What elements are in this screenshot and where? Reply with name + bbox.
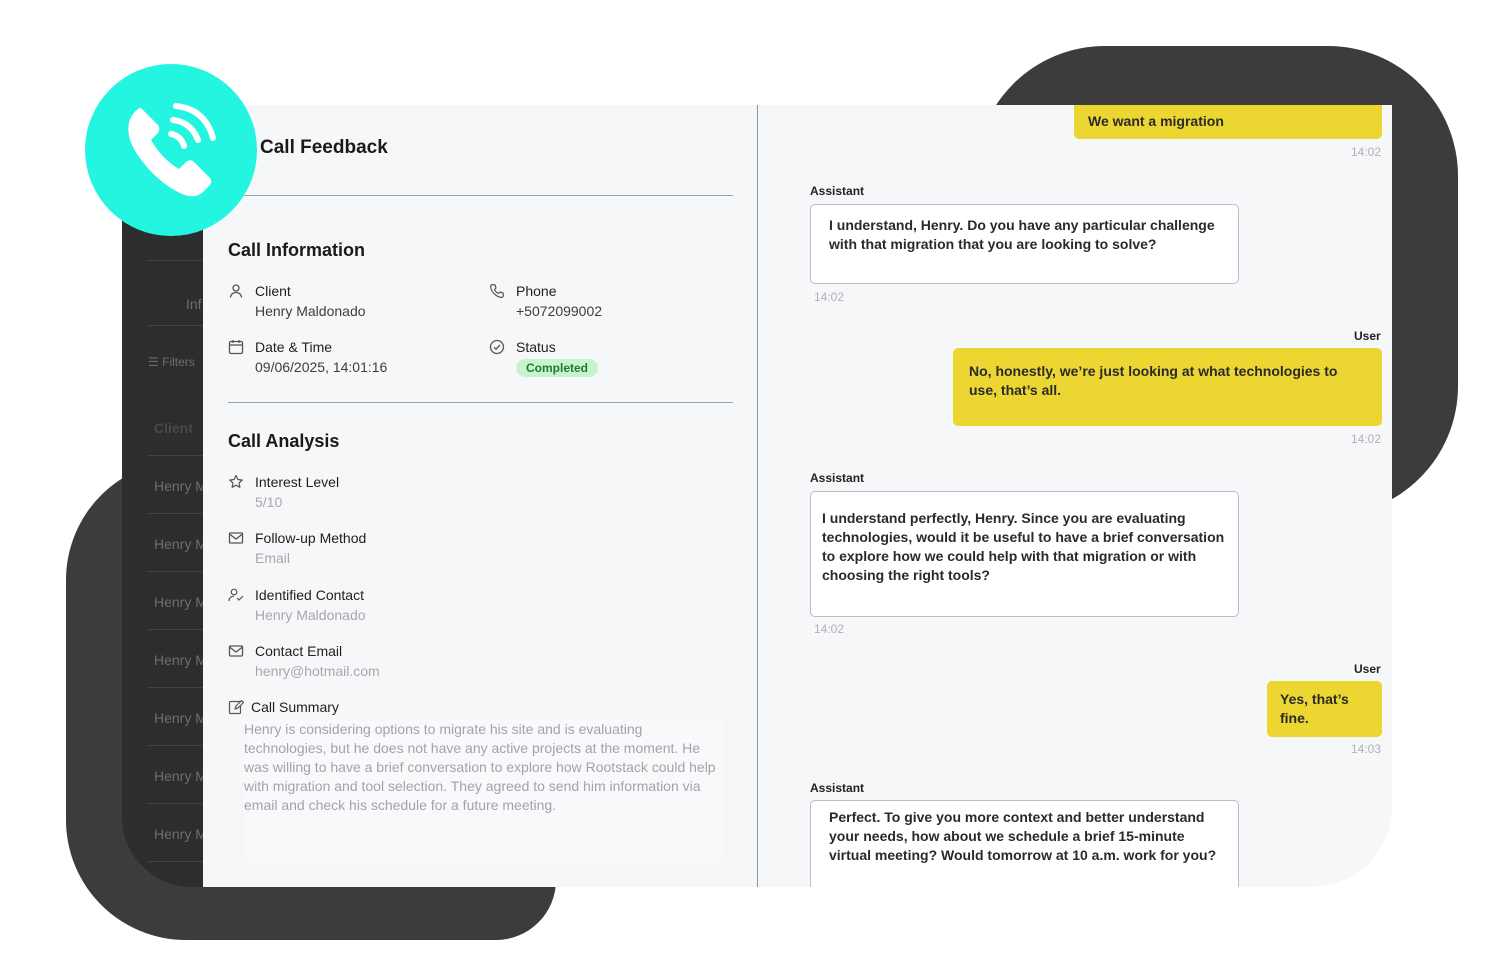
- user-message-bubble: Yes, that’s fine.: [1267, 681, 1382, 737]
- phone-label: Phone: [516, 283, 557, 299]
- assistant-message-bubble: I understand perfectly, Henry. Since you…: [810, 491, 1239, 617]
- filter-icon: ☰: [148, 355, 159, 369]
- assistant-role-label: Assistant: [810, 781, 865, 795]
- followup-method-label: Follow-up Method: [255, 530, 367, 546]
- call-feedback-panel: Call Feedback Call Information Client He…: [203, 105, 1392, 887]
- table-row[interactable]: Henry M: [154, 710, 207, 726]
- call-summary-label: Call Summary: [251, 699, 339, 715]
- phone-call-icon: [128, 103, 216, 197]
- message-time: 14:02: [814, 290, 845, 304]
- user-message-bubble: We want a migration: [1074, 105, 1382, 139]
- contact-email-value: henry@hotmail.com: [255, 663, 380, 679]
- table-row[interactable]: Henry M: [154, 536, 207, 552]
- envelope-icon: [228, 645, 244, 657]
- phone-value: +5072099002: [516, 303, 603, 319]
- user-icon: [229, 284, 243, 298]
- check-circle-icon: [489, 339, 505, 355]
- panel-divider: [757, 105, 758, 887]
- table-row[interactable]: Henry M: [154, 826, 207, 842]
- assistant-role-label: Assistant: [810, 184, 865, 198]
- phone-icon: [489, 283, 505, 299]
- phone-call-badge: [85, 64, 257, 236]
- followup-method-value: Email: [255, 550, 291, 566]
- filters-label: Filters: [162, 355, 195, 369]
- call-summary-text: Henry is considering options to migrate …: [244, 721, 716, 813]
- calendar-icon: [228, 340, 244, 355]
- identified-contact-value: Henry Maldonado: [255, 607, 366, 623]
- user-check-icon: [228, 588, 244, 602]
- table-row[interactable]: Henry M: [154, 478, 207, 494]
- message-time: 14:02: [1351, 432, 1382, 446]
- mail-icon: [228, 532, 244, 544]
- interest-level-value: 5/10: [255, 494, 283, 510]
- divider: [228, 195, 733, 196]
- page-title: Call Feedback: [260, 137, 388, 158]
- datetime-value: 09/06/2025, 14:01:16: [255, 359, 388, 375]
- datetime-label: Date & Time: [255, 339, 333, 355]
- table-row[interactable]: Henry M: [154, 768, 207, 784]
- assistant-message-bubble: I understand, Henry. Do you have any par…: [810, 204, 1239, 284]
- message-time: 14:03: [1351, 742, 1382, 756]
- edit-note-icon: [228, 699, 244, 715]
- message-time: 14:02: [814, 622, 845, 636]
- client-label: Client: [255, 283, 291, 299]
- status-label: Status: [516, 339, 556, 355]
- tab-fragment[interactable]: Inf: [186, 296, 202, 312]
- divider: [228, 402, 733, 403]
- user-role-label: User: [1354, 329, 1381, 343]
- interest-level-label: Interest Level: [255, 474, 340, 490]
- table-row[interactable]: Henry M: [154, 594, 207, 610]
- identified-contact-label: Identified Contact: [255, 587, 364, 603]
- status-badge: Completed: [516, 359, 599, 377]
- star-icon: [229, 474, 243, 488]
- filters-button[interactable]: ☰ Filters: [148, 355, 195, 369]
- user-role-label: User: [1354, 662, 1381, 676]
- call-analysis-heading: Call Analysis: [228, 431, 340, 451]
- assistant-message-bubble: Perfect. To give you more context and be…: [810, 800, 1239, 887]
- call-information-heading: Call Information: [228, 240, 366, 260]
- table-row[interactable]: Henry M: [154, 652, 207, 668]
- contact-email-label: Contact Email: [255, 643, 343, 659]
- assistant-role-label: Assistant: [810, 471, 865, 485]
- user-message-bubble: No, honestly, we’re just looking at what…: [953, 348, 1382, 426]
- message-time: 14:02: [1351, 145, 1382, 159]
- column-header-client: Client: [154, 420, 193, 436]
- client-value: Henry Maldonado: [255, 303, 366, 319]
